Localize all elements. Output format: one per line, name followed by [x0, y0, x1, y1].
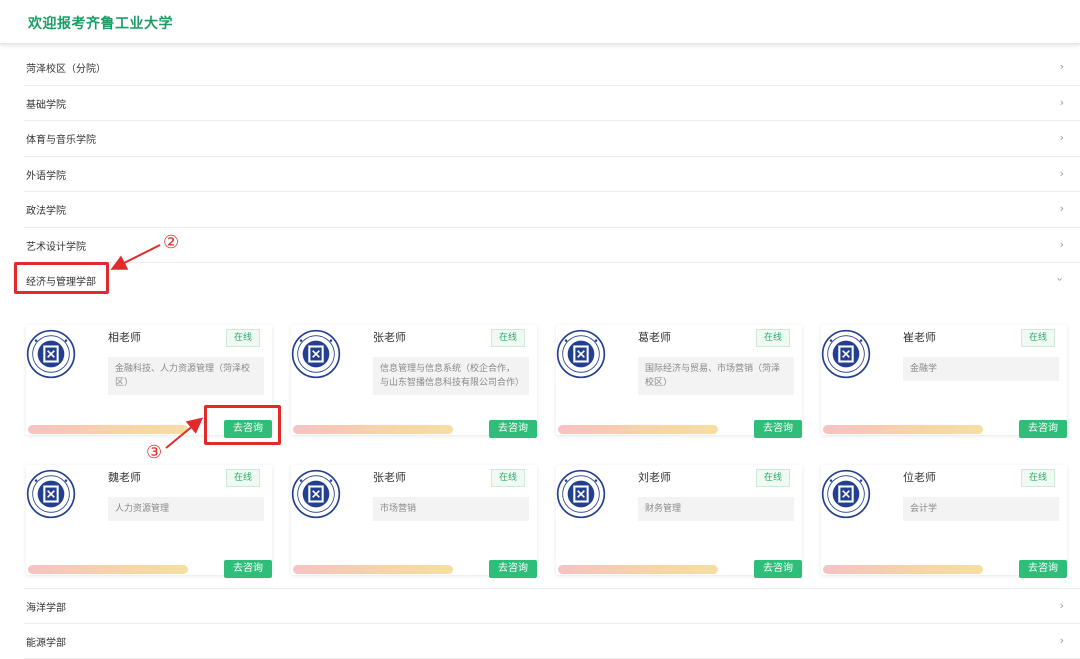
page-title: 欢迎报考齐鲁工业大学: [28, 13, 173, 33]
arrow-to-consult: [166, 420, 200, 448]
arrow-to-department: [114, 245, 160, 268]
annotation-arrows: [0, 0, 1080, 655]
app-header: 欢迎报考齐鲁工业大学: [0, 0, 1080, 44]
